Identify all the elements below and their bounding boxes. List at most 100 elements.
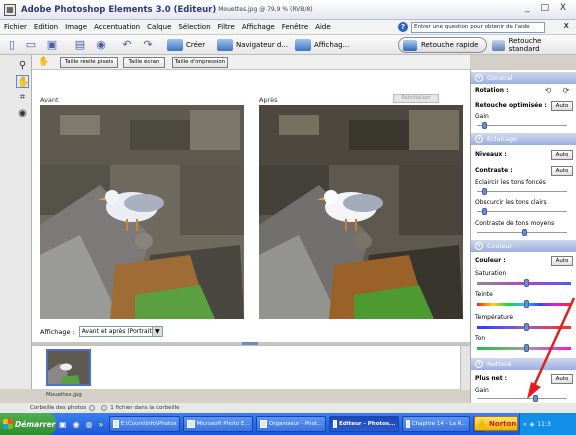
- undo-icon[interactable]: ↶: [120, 38, 134, 52]
- slider-handle[interactable]: [532, 395, 538, 402]
- hue-slider[interactable]: [477, 300, 571, 308]
- slider-handle[interactable]: [481, 208, 487, 215]
- norton-alert-button[interactable]: Norton: [474, 416, 518, 431]
- save-icon[interactable]: ▣: [45, 38, 59, 52]
- sharpen-amount-slider[interactable]: [477, 395, 567, 402]
- bin-scrollbar[interactable]: [460, 346, 470, 390]
- saturation-slider[interactable]: [477, 279, 571, 287]
- contrast-auto-button[interactable]: Auto: [551, 166, 573, 176]
- actual-pixels-button[interactable]: Taille réelle pixels: [60, 57, 118, 68]
- print-icon[interactable]: ▤: [73, 38, 87, 52]
- window-controls[interactable]: _ □ X: [525, 3, 570, 13]
- levels-auto-button[interactable]: Auto: [551, 150, 573, 160]
- quicklaunch-media-icon[interactable]: ◍: [86, 420, 93, 429]
- task-photo-editor[interactable]: Microsoft Photo E...: [183, 416, 254, 432]
- bin-prev-icon[interactable]: [89, 405, 96, 411]
- navigator-button[interactable]: Navigateur d...: [217, 38, 288, 52]
- app-icon[interactable]: ▦: [4, 3, 16, 16]
- task-explorer[interactable]: E:\Cours\Info\Photos: [109, 416, 181, 432]
- after-label: Après: [259, 96, 278, 104]
- slider-handle[interactable]: [524, 323, 529, 331]
- general-section-header[interactable]: ▾ Général: [471, 72, 576, 84]
- menu-affichage[interactable]: Affichage: [242, 23, 275, 31]
- slider-handle[interactable]: [522, 229, 527, 236]
- reset-button[interactable]: Réinitialiser: [393, 94, 439, 103]
- temperature-slider[interactable]: [477, 323, 571, 331]
- lighten-shadows-slider[interactable]: [477, 188, 567, 195]
- before-photo[interactable]: [40, 105, 244, 319]
- smart-fix-slider[interactable]: [477, 122, 567, 129]
- color-auto-button[interactable]: Auto: [551, 256, 573, 266]
- quicklaunch-browser-icon[interactable]: ◉: [73, 420, 80, 429]
- standard-edit-button[interactable]: Retouche standard: [488, 37, 576, 53]
- print-size-button[interactable]: Taille d'impression: [172, 57, 228, 68]
- before-label: Avant: [40, 96, 59, 104]
- photo-editor-icon: [187, 420, 195, 428]
- sharpen-label: Plus net :: [475, 375, 508, 382]
- bin-next-icon[interactable]: [101, 405, 108, 411]
- smart-fix-auto-button[interactable]: Auto: [551, 101, 573, 111]
- photo-thumbnail[interactable]: [46, 349, 91, 386]
- task-editor[interactable]: Editeur - Photos...: [329, 416, 400, 432]
- quicklaunch-desktop-icon[interactable]: ▣: [59, 420, 67, 429]
- rotate-right-icon[interactable]: ⟳: [561, 86, 571, 95]
- open-folder-icon[interactable]: ▭: [24, 38, 38, 52]
- view-mode-select[interactable]: Avant et après (Portrait) ▼: [78, 326, 163, 337]
- sharpen-section-header[interactable]: ▾ Netteté: [471, 358, 576, 370]
- menu-fichier[interactable]: Fichier: [4, 23, 27, 31]
- quick-fix-icon: [403, 39, 417, 51]
- zoom-tool-icon[interactable]: ⚲: [16, 59, 29, 72]
- slider-handle[interactable]: [481, 122, 487, 129]
- color-section-header[interactable]: ▾ Couleur: [471, 240, 576, 252]
- menu-calque[interactable]: Calque: [147, 23, 171, 31]
- darken-highlights-slider[interactable]: [477, 208, 567, 215]
- slider-handle[interactable]: [481, 188, 487, 195]
- tray-network-icon[interactable]: ◈: [530, 421, 535, 428]
- midtone-contrast-slider[interactable]: [477, 229, 567, 236]
- menu-bar: Fichier Edition Image Accentuation Calqu…: [0, 20, 576, 35]
- task-organizer[interactable]: Organiseur - Phot...: [256, 416, 327, 432]
- menu-image[interactable]: Image: [65, 23, 87, 31]
- menu-accentuation[interactable]: Accentuation: [94, 23, 140, 31]
- menu-fenetre[interactable]: Fenêtre: [282, 23, 308, 31]
- redo-icon[interactable]: ↷: [141, 38, 155, 52]
- slider-handle[interactable]: [524, 279, 529, 287]
- help-search-input[interactable]: Entrer une question pour obtenir de l'ai…: [411, 22, 545, 33]
- hand-tool-icon[interactable]: ✋: [16, 75, 29, 88]
- sharpen-auto-button[interactable]: Auto: [551, 374, 573, 384]
- slider-handle[interactable]: [524, 300, 529, 308]
- menu-filtre[interactable]: Filtre: [218, 23, 235, 31]
- tint-slider[interactable]: [477, 344, 571, 352]
- toolbox: ⚲ ✋ ⌗ ◉: [0, 55, 32, 389]
- quick-fix-button[interactable]: Retouche rapide: [398, 37, 488, 53]
- image-workspace: Avant Après Réinitialiser Affichage: Av…: [32, 70, 470, 342]
- bin-status-label: Corbeille des photos: [30, 405, 87, 411]
- view-button[interactable]: Affichag...: [295, 38, 349, 52]
- menu-selection[interactable]: Sélection: [178, 23, 210, 31]
- task-word-document[interactable]: Chapitre 14 - La R...: [402, 416, 471, 432]
- create-icon: [167, 39, 183, 51]
- bin-status-count: 1 fichier dans la corbeille: [110, 405, 180, 411]
- warning-icon: [477, 419, 487, 428]
- rotation-label: Rotation :: [475, 87, 509, 94]
- red-eye-tool-icon[interactable]: ◉: [16, 107, 29, 120]
- menu-edition[interactable]: Edition: [34, 23, 58, 31]
- menu-aide[interactable]: Aide: [315, 23, 330, 31]
- sharpen-amount-label: Gain: [475, 387, 489, 394]
- after-photo[interactable]: [259, 105, 463, 319]
- contrast-label: Contraste :: [475, 167, 513, 174]
- new-file-icon[interactable]: ▯: [5, 38, 19, 52]
- quicklaunch-more[interactable]: »: [99, 420, 104, 429]
- tray-expand-button[interactable]: «: [523, 421, 527, 428]
- close-document-icon[interactable]: x: [564, 21, 569, 31]
- lighting-section-header[interactable]: ▾ Eclairage: [471, 133, 576, 145]
- help-icon[interactable]: ?: [398, 22, 408, 32]
- crop-tool-icon[interactable]: ⌗: [16, 91, 29, 104]
- rotate-left-icon[interactable]: ⟲: [543, 86, 553, 95]
- fit-screen-button[interactable]: Taille écran: [123, 57, 165, 68]
- create-button[interactable]: Créer: [167, 38, 205, 52]
- start-button[interactable]: Démarrer: [0, 413, 56, 435]
- online-services-icon[interactable]: ◉: [94, 38, 108, 52]
- shortcuts-bar: ▯ ▭ ▣ ▤ ◉ ↶ ↷ Créer Navigateur d... Affi…: [0, 35, 576, 55]
- slider-handle[interactable]: [524, 344, 529, 352]
